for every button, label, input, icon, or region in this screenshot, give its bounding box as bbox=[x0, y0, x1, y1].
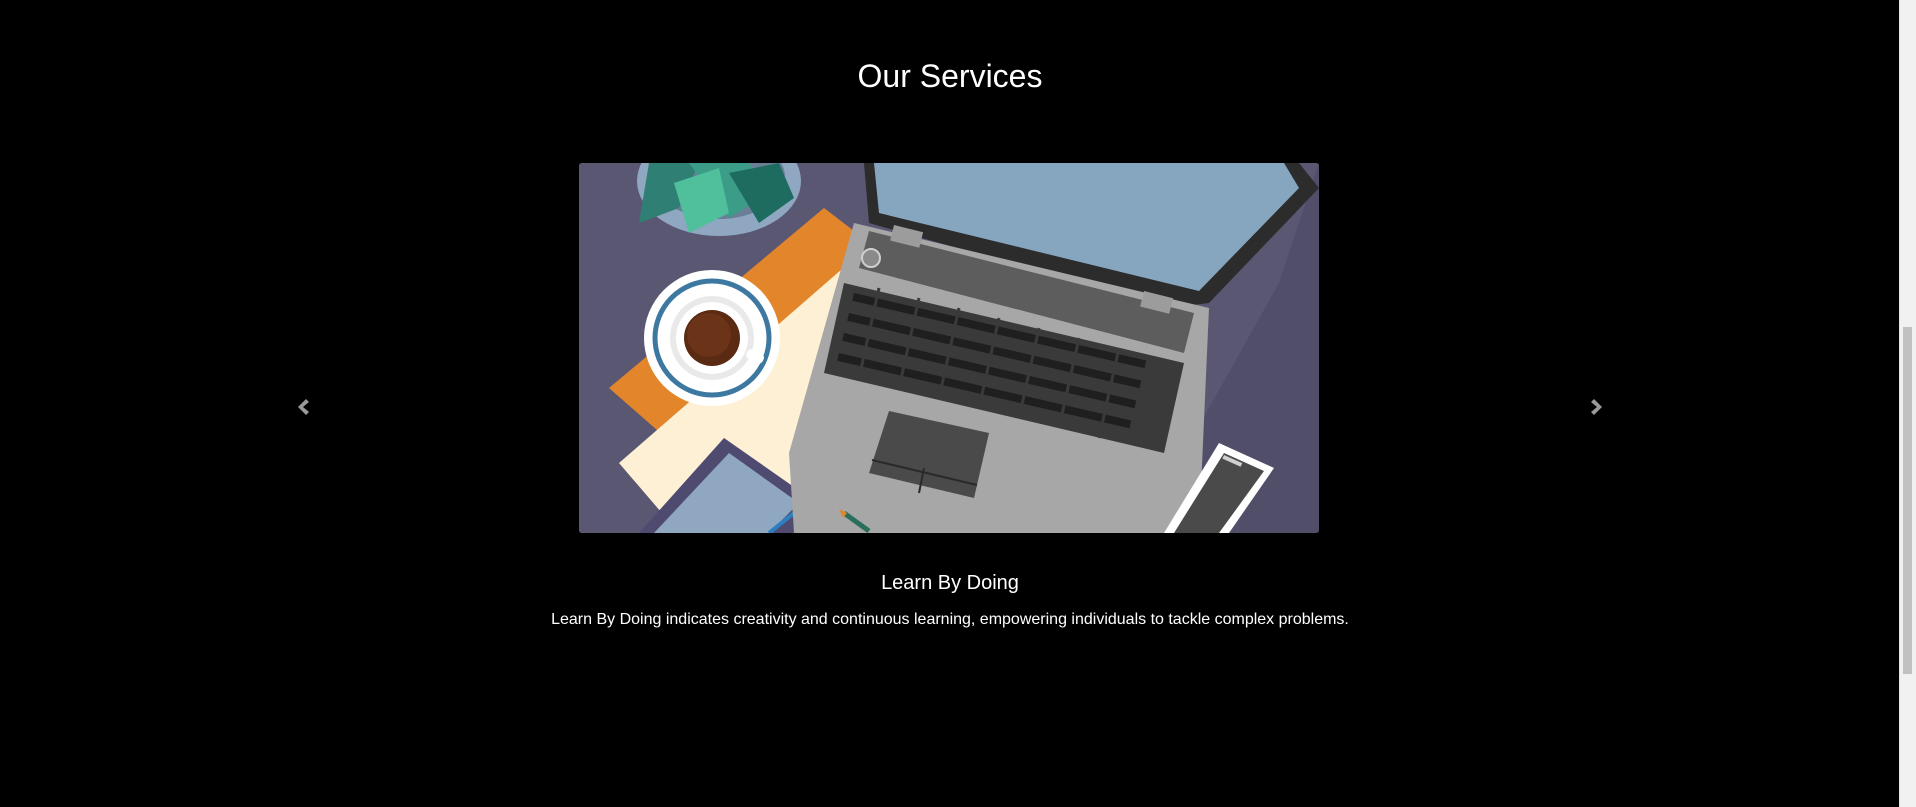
slide-caption-text: Learn By Doing indicates creativity and … bbox=[551, 611, 1349, 628]
carousel-next-button[interactable] bbox=[1582, 392, 1612, 422]
laptop-desk-illustration bbox=[579, 163, 1319, 533]
section-title: Our Services bbox=[857, 58, 1043, 94]
services-carousel: Learn By Doing Learn By Doing indicates … bbox=[270, 130, 1630, 690]
page-scrollbar[interactable] bbox=[1899, 0, 1916, 807]
carousel-prev-button[interactable] bbox=[288, 392, 318, 422]
scrollbar-thumb[interactable] bbox=[1903, 327, 1912, 674]
chevron-left-icon bbox=[298, 399, 309, 415]
chevron-right-icon bbox=[1591, 399, 1602, 415]
page: Our Services Learn By Doing Learn By Doi… bbox=[0, 0, 1916, 807]
slide-caption-title: Learn By Doing bbox=[881, 572, 1019, 594]
slide-image bbox=[579, 163, 1319, 533]
